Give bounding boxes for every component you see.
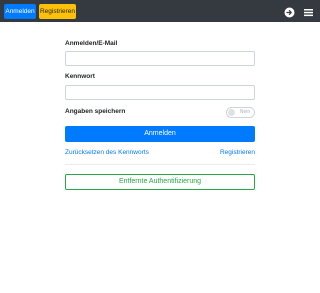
reset-password-link[interactable]: Zurücksetzen des Kennworts: [65, 149, 149, 156]
login-submit-button[interactable]: Anmelden: [65, 126, 255, 142]
register-link[interactable]: Registrieren: [220, 149, 255, 156]
username-input[interactable]: [65, 51, 255, 66]
remote-auth-button[interactable]: Entfernte Authentifizierung: [65, 174, 255, 190]
register-button[interactable]: Registrieren: [39, 4, 76, 19]
arrow-right-circle-icon[interactable]: [284, 5, 295, 18]
remember-toggle[interactable]: Nein: [226, 107, 255, 118]
top-navbar: Anmelden Registrieren: [0, 0, 320, 22]
password-label: Kennwort: [65, 73, 95, 80]
username-label: Anmelden/E-Mail: [65, 40, 118, 47]
hamburger-menu-icon[interactable]: [303, 5, 314, 17]
password-input[interactable]: [65, 85, 255, 100]
login-button[interactable]: Anmelden: [4, 4, 36, 19]
remember-label: Angaben speichern: [65, 108, 126, 115]
divider: [65, 164, 255, 165]
toggle-state-text: Nein: [239, 109, 251, 115]
toggle-knob: [228, 109, 235, 116]
